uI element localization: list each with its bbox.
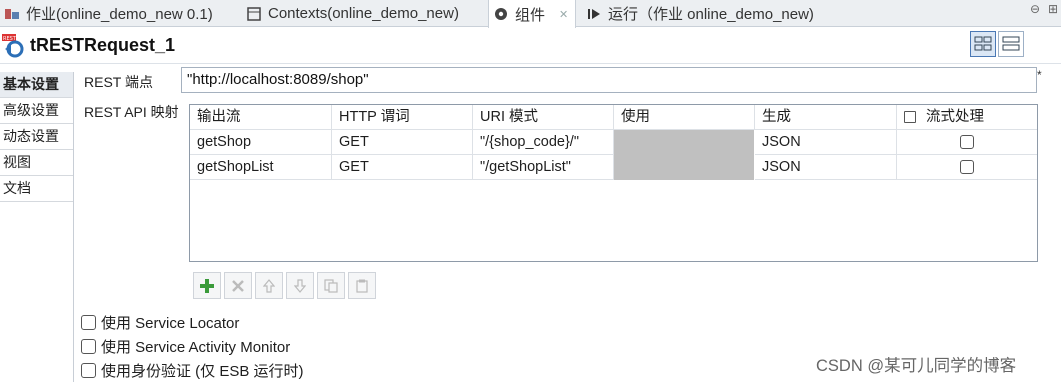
tab-job[interactable]: 作业(online_demo_new 0.1) xyxy=(0,0,258,27)
list-icon xyxy=(1002,36,1020,51)
column-header-streaming[interactable]: 流式处理 xyxy=(897,105,1037,130)
cell-uri[interactable]: "/getShopList" xyxy=(473,155,614,180)
tab-contexts[interactable]: Contexts(online_demo_new) xyxy=(242,0,487,27)
streaming-checkbox[interactable] xyxy=(960,135,974,150)
activity-monitor-checkbox[interactable] xyxy=(81,338,96,354)
cell-produces[interactable]: JSON xyxy=(755,155,897,180)
table-row[interactable]: getShopList GET "/getShopList" JSON xyxy=(190,155,1037,180)
cell-streaming xyxy=(897,155,1037,180)
paste-icon xyxy=(356,279,368,293)
table-row[interactable]: getShop GET "/{shop_code}/" JSON xyxy=(190,130,1037,155)
table-toolbar xyxy=(193,272,376,300)
page-title: tRESTRequest_1 xyxy=(30,35,176,55)
sidebar-item-view[interactable]: 视图 xyxy=(0,150,73,176)
activity-monitor-option[interactable]: 使用 Service Activity Monitor xyxy=(81,335,290,357)
add-row-button[interactable] xyxy=(193,272,221,299)
paste-button[interactable] xyxy=(348,272,376,299)
maximize-icon[interactable]: ⊞ xyxy=(1048,2,1058,16)
sidebar-item-basic[interactable]: 基本设置 xyxy=(0,72,73,98)
cell-verb[interactable]: GET xyxy=(332,130,473,155)
endpoint-label: REST 端点 xyxy=(84,74,153,90)
mapping-label: REST API 映射 xyxy=(84,104,179,120)
column-header-uri[interactable]: URI 模式 xyxy=(473,105,614,130)
auth-label: 使用身份验证 (仅 ESB 运行时) xyxy=(101,362,304,380)
mapping-table: 输出流 HTTP 谓词 URI 模式 使用 生成 流式处理 getShop GE… xyxy=(189,104,1038,262)
arrow-up-icon xyxy=(263,278,275,293)
cell-use xyxy=(614,130,755,155)
activity-monitor-label: 使用 Service Activity Monitor xyxy=(101,338,291,356)
grid-icon xyxy=(974,36,992,51)
arrow-down-icon xyxy=(294,278,306,293)
streaming-all-checkbox[interactable] xyxy=(904,111,916,124)
cell-streaming xyxy=(897,130,1037,155)
streaming-checkbox[interactable] xyxy=(960,160,974,175)
copy-button[interactable] xyxy=(317,272,345,299)
delete-icon xyxy=(232,279,244,292)
tab-component[interactable]: 组件 ✕ xyxy=(488,0,576,28)
tab-run[interactable]: 运行（作业 online_demo_new) xyxy=(582,0,842,27)
rest-component-icon: REST xyxy=(2,34,26,58)
move-up-button[interactable] xyxy=(255,272,283,299)
contexts-icon xyxy=(246,6,262,22)
component-icon xyxy=(493,6,509,22)
sidebar-item-advanced[interactable]: 高级设置 xyxy=(0,98,73,124)
column-header-produces[interactable]: 生成 xyxy=(755,105,897,130)
layout-list-button[interactable] xyxy=(998,31,1024,57)
service-locator-option[interactable]: 使用 Service Locator xyxy=(81,311,239,333)
tab-contexts-label: Contexts(online_demo_new) xyxy=(268,5,459,22)
cell-output[interactable]: getShop xyxy=(190,130,332,155)
watermark: CSDN @某可儿同学的博客 xyxy=(816,357,1017,375)
tab-job-label: 作业(online_demo_new 0.1) xyxy=(26,6,213,23)
tab-run-label: 运行（作业 online_demo_new) xyxy=(608,6,814,23)
cell-verb[interactable]: GET xyxy=(332,155,473,180)
cell-produces[interactable]: JSON xyxy=(755,130,897,155)
layout-grid-button[interactable] xyxy=(970,31,996,57)
table-header: 输出流 HTTP 谓词 URI 模式 使用 生成 流式处理 xyxy=(190,105,1037,130)
column-header-use[interactable]: 使用 xyxy=(614,105,755,130)
component-header: REST tRESTRequest_1 xyxy=(0,28,1061,64)
service-locator-label: 使用 Service Locator xyxy=(101,314,240,332)
editor-tab-bar: 作业(online_demo_new 0.1) Contexts(online_… xyxy=(0,0,1061,28)
auth-option[interactable]: 使用身份验证 (仅 ESB 运行时) xyxy=(81,359,304,381)
sidebar-item-dynamic[interactable]: 动态设置 xyxy=(0,124,73,150)
cell-uri[interactable]: "/{shop_code}/" xyxy=(473,130,614,155)
run-icon xyxy=(586,6,602,22)
service-locator-checkbox[interactable] xyxy=(81,314,96,330)
move-down-button[interactable] xyxy=(286,272,314,299)
streaming-header-label: 流式处理 xyxy=(926,109,984,125)
settings-sidebar: 基本设置 高级设置 动态设置 视图 文档 xyxy=(0,72,74,382)
column-header-verb[interactable]: HTTP 谓词 xyxy=(332,105,473,130)
column-header-output[interactable]: 输出流 xyxy=(190,105,332,130)
cell-use xyxy=(614,155,755,180)
close-icon[interactable]: ✕ xyxy=(559,8,568,21)
minimize-icon[interactable]: ⊖ xyxy=(1030,2,1040,16)
sidebar-item-docs[interactable]: 文档 xyxy=(0,176,73,202)
auth-checkbox[interactable] xyxy=(81,362,96,378)
endpoint-field[interactable]: "http://localhost:8089/shop" xyxy=(181,67,1037,93)
required-mark: * xyxy=(1037,68,1042,82)
copy-icon xyxy=(324,278,338,293)
plus-icon xyxy=(200,278,214,293)
cell-output[interactable]: getShopList xyxy=(190,155,332,180)
tab-component-label: 组件 xyxy=(515,6,546,24)
delete-row-button[interactable] xyxy=(224,272,252,299)
job-icon xyxy=(4,6,20,22)
